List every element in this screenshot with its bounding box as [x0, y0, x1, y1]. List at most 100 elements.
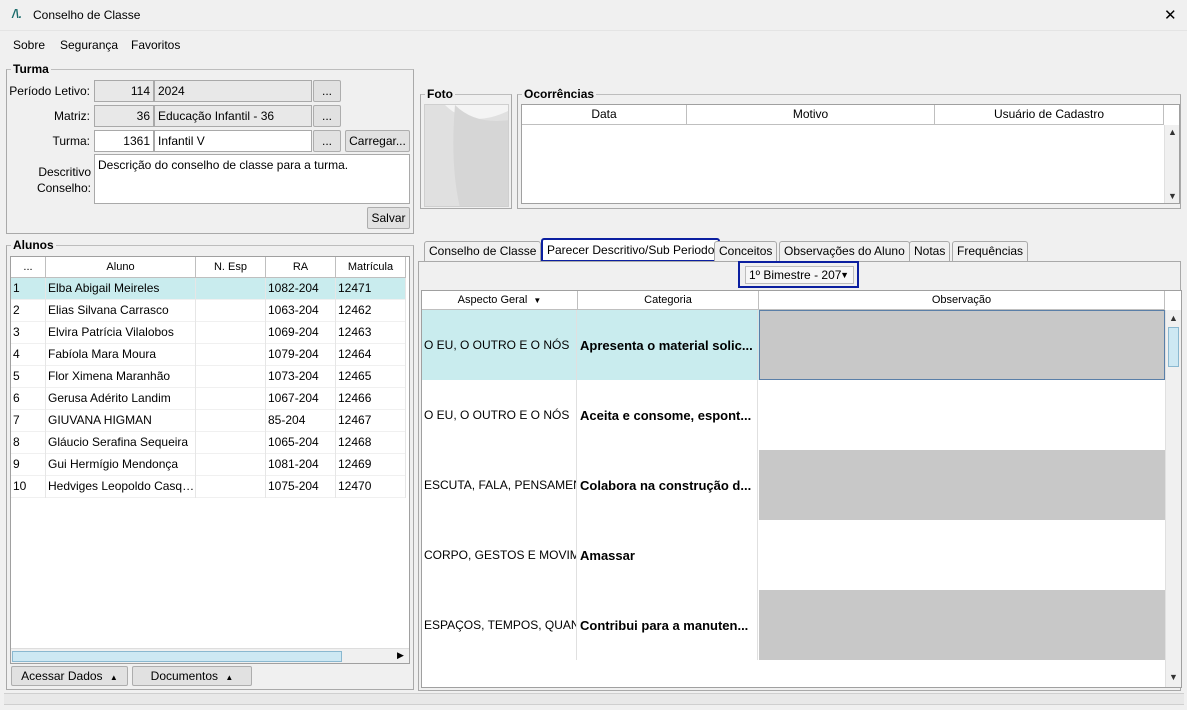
- turma-label: Turma:: [52, 134, 90, 148]
- cell-ra: 1079-204: [266, 344, 336, 366]
- cell-n: 8: [11, 432, 46, 454]
- cell-nome: Gui Hermígio Mendonça: [46, 454, 196, 476]
- tab-conceitos[interactable]: Conceitos: [714, 241, 778, 261]
- periodo-code-field[interactable]: 114: [94, 80, 154, 102]
- cell-mat: 12464: [336, 344, 406, 366]
- matriz-code-field[interactable]: 36: [94, 105, 154, 127]
- table-row[interactable]: 10 Hedviges Leopoldo Casqu... 1075-204 1247…: [11, 476, 406, 498]
- cell-observacao[interactable]: [759, 520, 1165, 590]
- table-row[interactable]: 2 Elias Silvana Carrasco 1063-204 12462: [11, 300, 406, 322]
- cell-mat: 12467: [336, 410, 406, 432]
- cell-ra: 1065-204: [266, 432, 336, 454]
- cell-mat: 12471: [336, 278, 406, 300]
- cell-nome: Hedviges Leopoldo Casqu...: [46, 476, 196, 498]
- cell-nome: GIUVANA HIGMAN: [46, 410, 196, 432]
- cell-observacao[interactable]: [759, 310, 1165, 380]
- scroll-up-icon[interactable]: ▲: [1165, 127, 1179, 137]
- cell-ra: 1082-204: [266, 278, 336, 300]
- menu-favoritos[interactable]: Favoritos: [131, 38, 180, 52]
- acessar-dados-button[interactable]: Acessar Dados ▲: [11, 666, 128, 686]
- col-matricula[interactable]: Matrícula: [336, 257, 406, 278]
- col-index[interactable]: ...: [11, 257, 46, 278]
- tab-frequencias[interactable]: Frequências: [952, 241, 1029, 261]
- cell-observacao[interactable]: [759, 380, 1165, 450]
- col-usuario[interactable]: Usuário de Cadastro: [935, 105, 1164, 125]
- periodo-dropdown-value: 1º Bimestre - 207: [749, 268, 842, 282]
- ocorrencias-scrollbar[interactable]: ▲ ▼: [1164, 125, 1179, 203]
- col-aluno[interactable]: Aluno: [46, 257, 196, 278]
- col-categoria[interactable]: Categoria: [578, 291, 759, 310]
- parecer-table: Aspecto Geral ▼ Categoria Observação O E…: [421, 290, 1182, 688]
- table-row[interactable]: CORPO, GESTOS E MOVIM... Amassar: [422, 520, 1165, 590]
- matriz-label: Matriz:: [54, 109, 90, 123]
- cell-mat: 12465: [336, 366, 406, 388]
- table-row[interactable]: 6 Gerusa Adérito Landim 1067-204 12466: [11, 388, 406, 410]
- menu-bar: Sobre Segurança Favoritos: [0, 32, 1187, 58]
- col-data[interactable]: Data: [522, 105, 687, 125]
- carregar-button[interactable]: Carregar...: [345, 130, 410, 152]
- close-icon[interactable]: ✕: [1164, 6, 1177, 24]
- scroll-down-icon[interactable]: ▼: [1166, 672, 1181, 682]
- table-row[interactable]: ESCUTA, FALA, PENSAMEN... Colabora na con…: [422, 450, 1165, 520]
- turma-lookup-button[interactable]: ...: [313, 130, 341, 152]
- cell-n: 7: [11, 410, 46, 432]
- scroll-thumb[interactable]: [12, 651, 342, 662]
- tab-notas[interactable]: Notas: [909, 241, 951, 261]
- descritivo-label-1: Descritivo: [38, 165, 91, 179]
- cell-esp: [196, 388, 266, 410]
- table-row[interactable]: O EU, O OUTRO E O NÓS Apresenta o materia…: [422, 310, 1165, 380]
- matriz-lookup-button[interactable]: ...: [313, 105, 341, 127]
- table-row[interactable]: 1 Elba Abigail Meireles 1082-204 12471: [11, 278, 406, 300]
- periodo-lookup-button[interactable]: ...: [313, 80, 341, 102]
- periodo-dropdown[interactable]: 1º Bimestre - 207 ▼: [738, 261, 859, 288]
- cell-mat: 12462: [336, 300, 406, 322]
- col-observacao[interactable]: Observação: [759, 291, 1165, 310]
- tab-parecer[interactable]: Parecer Descritivo/Sub Periodo: [541, 238, 721, 262]
- table-row[interactable]: O EU, O OUTRO E O NÓS Aceita e consome, e…: [422, 380, 1165, 450]
- scroll-up-icon[interactable]: ▲: [1166, 313, 1181, 323]
- salvar-button[interactable]: Salvar: [367, 207, 410, 229]
- cell-nome: Elias Silvana Carrasco: [46, 300, 196, 322]
- col-motivo[interactable]: Motivo: [687, 105, 935, 125]
- cell-ra: 1075-204: [266, 476, 336, 498]
- cell-esp: [196, 278, 266, 300]
- parecer-scrollbar[interactable]: ▲ ▼: [1165, 310, 1181, 687]
- sort-desc-icon: ▼: [533, 296, 542, 305]
- scroll-right-icon[interactable]: ▶: [397, 650, 404, 661]
- scroll-thumb[interactable]: [1168, 327, 1179, 367]
- scroll-down-icon[interactable]: ▼: [1165, 191, 1179, 201]
- menu-seguranca[interactable]: Segurança: [60, 38, 118, 52]
- cell-categoria: Amassar: [578, 520, 758, 590]
- window-title: Conselho de Classe: [33, 8, 141, 22]
- avatar-silhouette-icon: [425, 105, 508, 206]
- title-bar: /\. Conselho de Classe ✕: [0, 0, 1187, 31]
- cell-aspecto: ESCUTA, FALA, PENSAMEN...: [422, 450, 577, 520]
- tab-conselho[interactable]: Conselho de Classe: [424, 241, 542, 261]
- cell-n: 2: [11, 300, 46, 322]
- menu-sobre[interactable]: Sobre: [13, 38, 45, 52]
- table-row[interactable]: ESPAÇOS, TEMPOS, QUAN... Contribui para a…: [422, 590, 1165, 660]
- cell-observacao[interactable]: [759, 590, 1165, 660]
- periodo-value-field: 2024: [154, 80, 312, 102]
- cell-observacao[interactable]: [759, 450, 1165, 520]
- turma-legend: Turma: [13, 62, 49, 76]
- cell-n: 9: [11, 454, 46, 476]
- table-row[interactable]: 8 Gláucio Serafina Sequeira 1065-204 12468: [11, 432, 406, 454]
- col-ra[interactable]: RA: [266, 257, 336, 278]
- col-aspecto-geral[interactable]: Aspecto Geral ▼: [422, 291, 578, 310]
- cell-esp: [196, 366, 266, 388]
- turma-value-field[interactable]: Infantil V: [154, 130, 312, 152]
- foto-legend: Foto: [427, 87, 453, 101]
- alunos-hscrollbar[interactable]: ▶: [11, 648, 409, 663]
- documentos-button[interactable]: Documentos ▲: [132, 666, 252, 686]
- table-row[interactable]: 9 Gui Hermígio Mendonça 1081-204 12469: [11, 454, 406, 476]
- table-row[interactable]: 5 Flor Ximena Maranhão 1073-204 12465: [11, 366, 406, 388]
- table-row[interactable]: 3 Elvira Patrícia Vilalobos 1069-204 12463: [11, 322, 406, 344]
- col-nesp[interactable]: N. Esp: [196, 257, 266, 278]
- descritivo-textarea[interactable]: Descrição do conselho de classe para a t…: [94, 154, 410, 204]
- table-row[interactable]: 7 GIUVANA HIGMAN 85-204 12467: [11, 410, 406, 432]
- tab-observacoes[interactable]: Observações do Aluno: [779, 241, 910, 261]
- turma-code-field[interactable]: 1361: [94, 130, 154, 152]
- caret-up-icon: ▲: [109, 673, 118, 682]
- table-row[interactable]: 4 Fabíola Mara Moura 1079-204 12464: [11, 344, 406, 366]
